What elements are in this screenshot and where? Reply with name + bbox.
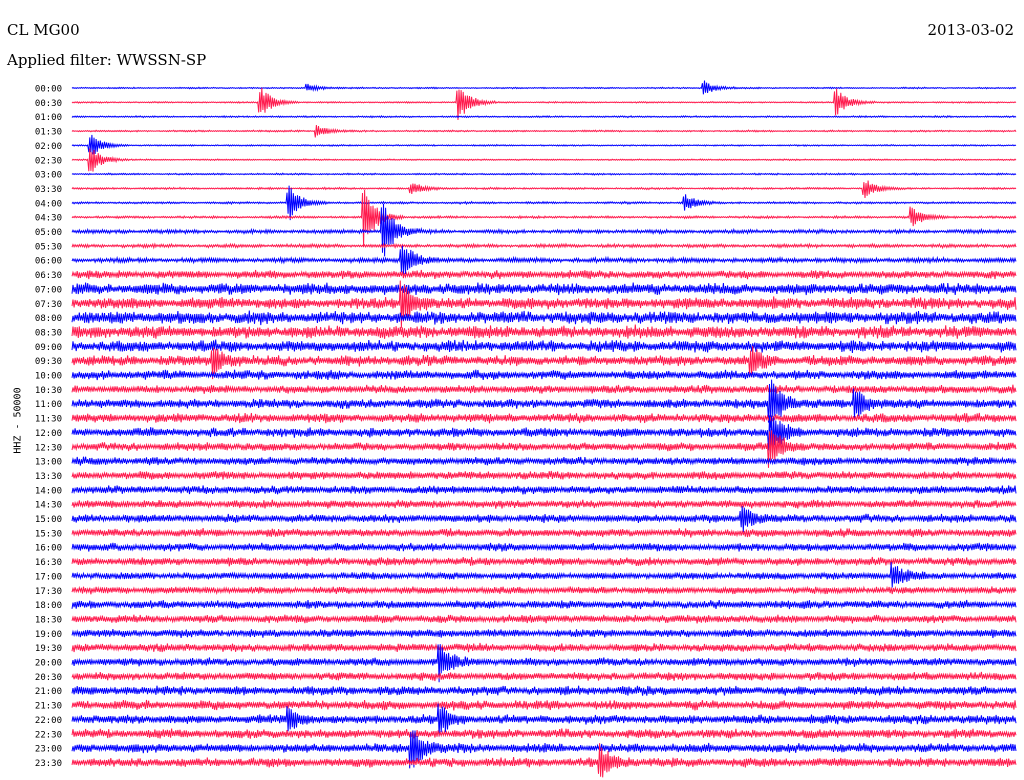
helicorder-plot: 00:00 00:30 01:00 01:30 02:00 02:30 03:00 03:30… [35,80,1017,778]
row-time-label: 18:00 [35,601,62,611]
trace-line [71,499,1017,509]
row-time-label: 15:30 [35,529,62,539]
row-time-label: 07:00 [35,285,62,295]
row-time-label: 21:00 [35,687,62,697]
row-time-label: 12:30 [35,443,62,453]
row-time-label: 08:00 [35,314,62,324]
row-time-label: 11:30 [35,415,62,425]
row-time-label: 01:00 [35,113,62,123]
trace-line [71,125,1017,138]
row-time-label: 15:00 [35,515,62,525]
trace-line [71,172,1017,176]
trace-line [71,628,1017,639]
row-time-label: 20:00 [35,659,62,669]
row-time-label: 04:00 [35,199,62,209]
trace-line [71,269,1017,280]
trace-line [71,80,1017,95]
row-time-label: 00:30 [35,99,62,109]
trace-line [71,485,1017,495]
row-time-label: 22:00 [35,716,62,726]
trace-line [71,685,1017,696]
row-time-label: 00:00 [35,85,62,95]
row-time-label: 10:00 [35,372,62,382]
row-time-label: 09:30 [35,357,62,367]
row-time-label: 05:00 [35,228,62,238]
trace-line [71,134,1017,155]
trace-line [71,185,1017,221]
row-time-label: 02:00 [35,142,62,152]
trace-line [71,585,1017,596]
row-time-label: 20:30 [35,673,62,683]
trace-line [71,180,1017,199]
row-time-label: 01:30 [35,128,62,138]
trace-line [71,671,1017,682]
row-time-label: 10:30 [35,386,62,396]
trace-line [71,506,1017,533]
row-time-label: 23:00 [35,745,62,755]
row-time-label: 16:00 [35,544,62,554]
row-time-label: 02:30 [35,156,62,166]
row-time-label: 13:30 [35,472,62,482]
trace-line [71,87,1017,121]
trace-line [71,282,1017,296]
trace-line [71,324,1017,339]
row-time-label: 03:00 [35,171,62,181]
trace-line [71,242,1017,250]
row-time-label: 04:30 [35,214,62,224]
row-time-label: 07:30 [35,300,62,310]
trace-line [71,542,1017,552]
trace-line [71,384,1017,394]
trace-line [71,189,1017,247]
row-time-label: 19:30 [35,644,62,654]
trace-line [71,528,1017,538]
trace-line [71,412,1017,424]
row-time-label: 14:00 [35,486,62,496]
row-time-label: 22:30 [35,730,62,740]
trace-line [71,456,1017,466]
row-time-label: 23:30 [35,759,62,769]
trace-line [71,728,1017,739]
row-time-label: 16:30 [35,558,62,568]
trace-line [71,245,1017,275]
trace-line [71,310,1017,326]
row-time-label: 03:30 [35,185,62,195]
trace-line [71,699,1017,711]
trace-line [71,562,1017,588]
row-time-label: 11:00 [35,400,62,410]
row-time-label: 18:30 [35,615,62,625]
row-time-label: 12:00 [35,429,62,439]
row-time-label: 14:30 [35,501,62,511]
trace-line [71,369,1017,381]
trace-line [71,114,1017,119]
trace-line [71,470,1017,480]
trace-line [71,642,1017,653]
row-time-label: 17:00 [35,572,62,582]
trace-line [71,148,1017,172]
trace-line [71,556,1017,567]
row-time-label: 13:00 [35,458,62,468]
row-time-label: 19:00 [35,630,62,640]
row-time-label: 09:00 [35,343,62,353]
row-time-label: 06:30 [35,271,62,281]
row-time-label: 06:00 [35,257,62,267]
trace-line [71,614,1017,624]
trace-line [71,599,1017,610]
row-time-label: 08:30 [35,328,62,338]
row-time-label: 17:30 [35,587,62,597]
row-time-label: 21:30 [35,702,62,712]
row-time-label: 05:30 [35,242,62,252]
